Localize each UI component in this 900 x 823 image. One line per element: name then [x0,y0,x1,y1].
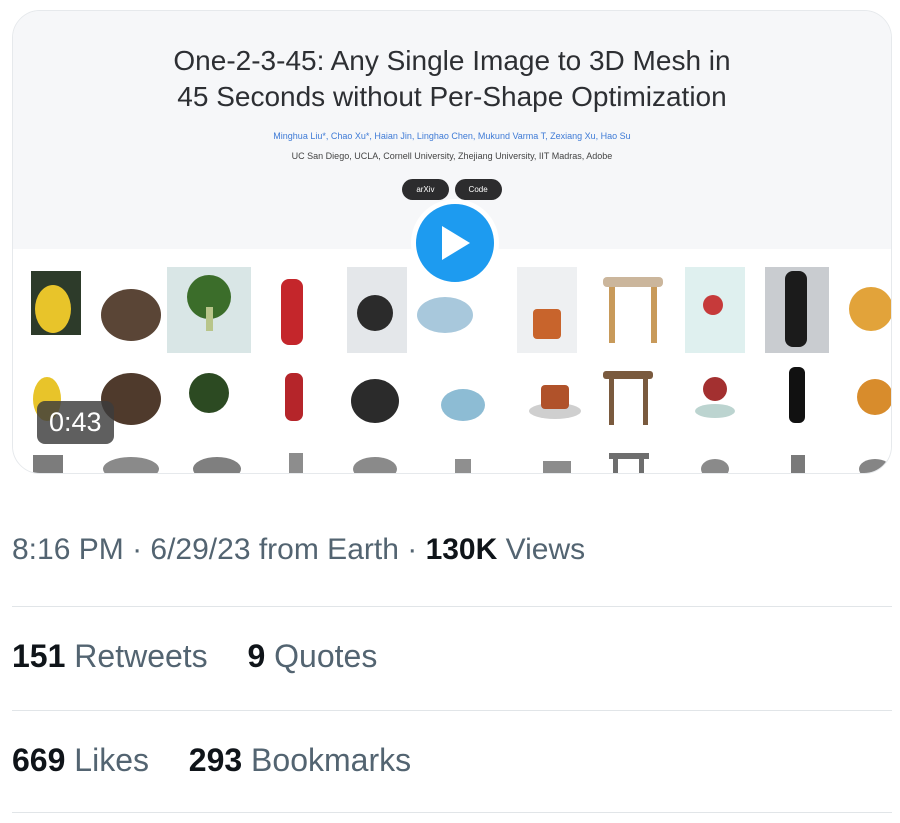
bookmarks-count: 293 [188,742,243,778]
arxiv-pill: arXiv [402,179,449,200]
bookmarks-link[interactable]: 293 Bookmarks [189,742,411,778]
retweets-label: Retweets [74,638,208,674]
video-player[interactable]: One-2-3-45: Any Single Image to 3D Mesh … [12,10,892,474]
meta-separator: · [132,533,151,566]
code-pill: Code [454,179,502,200]
quotes-count: 9 [247,638,266,674]
retweet-quote-row: 151 Retweets 9 Quotes [12,638,377,675]
views-count: 130K [425,533,498,566]
play-button[interactable] [411,199,499,287]
divider [12,710,892,711]
video-duration-badge: 0:43 [37,401,114,444]
paper-title: One-2-3-45: Any Single Image to 3D Mesh … [13,43,891,115]
retweets-count: 151 [12,638,66,674]
bookmarks-label: Bookmarks [251,742,412,778]
divider [12,812,892,813]
views-label: Views [505,533,586,566]
play-icon [442,226,470,260]
likes-label: Likes [74,742,149,778]
likes-bookmarks-row: 669 Likes 293 Bookmarks [12,742,411,779]
paper-title-line1: One-2-3-45: Any Single Image to 3D Mesh … [173,45,731,76]
divider [12,606,892,607]
paper-authors: Minghua Liu*, Chao Xu*, Haian Jin, Lingh… [273,131,631,141]
tweet-date[interactable]: 6/29/23 [150,533,250,566]
likes-link[interactable]: 669 Likes [12,742,158,778]
quotes-link[interactable]: 9 Quotes [247,638,377,674]
retweets-link[interactable]: 151 Retweets [12,638,217,674]
paper-title-line2: 45 Seconds without Per-Shape Optimizatio… [177,81,727,112]
quotes-label: Quotes [274,638,378,674]
tweet-meta: 8:16 PM · 6/29/23 from Earth · 130K View… [12,533,585,567]
likes-count: 669 [12,742,66,778]
meta-separator-2: · [407,533,426,566]
tweet-source: from Earth [258,533,399,566]
paper-links: arXiv Code [13,179,891,200]
paper-affiliations: UC San Diego, UCLA, Cornell University, … [291,151,613,161]
tweet-time[interactable]: 8:16 PM [12,533,124,566]
